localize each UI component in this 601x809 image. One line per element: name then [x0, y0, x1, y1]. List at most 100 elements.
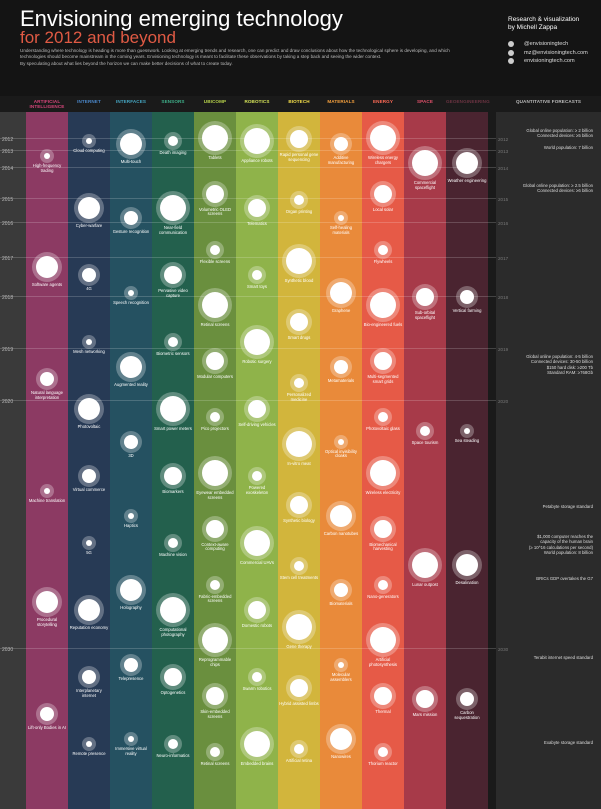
- technology-label: Mesh networking: [73, 349, 105, 355]
- column-header: ARTIFICIAL INTELLIGENCE: [29, 99, 65, 110]
- technology-label: Context-aware computing: [201, 541, 229, 552]
- website-link[interactable]: envisioningtech.com: [508, 57, 600, 66]
- year-divider: [0, 257, 496, 258]
- year-label: 2016: [2, 221, 14, 227]
- technology-label: Cyber-warfare: [75, 223, 103, 229]
- forecast-entry: Global online population: ≥ 2 billion Con…: [505, 128, 593, 139]
- technology-dot: [338, 438, 344, 445]
- technology-dot: [378, 747, 388, 758]
- column-header: INTERFACES: [115, 99, 147, 104]
- technology-dot: [378, 244, 388, 255]
- technology-label: Local solar: [372, 206, 394, 212]
- technology-label: Smart toys: [246, 284, 267, 290]
- technology-dot: [338, 661, 344, 668]
- technology-label: Telematics: [247, 221, 267, 227]
- technology-dot: [294, 560, 304, 571]
- technology-label: Computational photography: [159, 627, 187, 638]
- forecast-line: Standard RAM: ≥768Gb: [547, 370, 593, 376]
- technology-dot: [412, 551, 438, 578]
- technology-label: Multi-touch: [120, 158, 142, 164]
- technology-label: Self-healing materials: [329, 225, 353, 236]
- technology-label: Embedded brains: [240, 761, 274, 767]
- year-label: 2019: [2, 347, 14, 353]
- technology-label: Artificial photosynthesis: [369, 657, 397, 668]
- column-header: GEOENGINEERING: [446, 99, 490, 104]
- header: Envisioning emerging technology for 2012…: [0, 0, 601, 96]
- intro-paragraph: Understanding where technology is headin…: [20, 48, 450, 60]
- technology-dot: [206, 519, 224, 538]
- forecast-year-label: 2019: [498, 347, 509, 352]
- twitter-link[interactable]: @envisioningtech: [508, 40, 600, 49]
- technology-label: Carbon nanotubes: [323, 531, 359, 537]
- technology-dot: [44, 152, 50, 159]
- technology-label: Pervasive video capture: [158, 288, 188, 299]
- technology-label: Cloud computing: [73, 148, 105, 154]
- page-subtitle: for 2012 and beyond: [20, 28, 176, 47]
- technology-dot: [202, 459, 228, 486]
- column-header: QUANTITATIVE FORECASTS: [515, 99, 582, 104]
- technology-label: Tablets: [208, 154, 222, 160]
- email-link[interactable]: mz@envisioningtech.com: [508, 49, 600, 58]
- year-label: 2015: [2, 197, 14, 203]
- technology-label: Commercial spaceflight: [413, 179, 437, 190]
- forecast-line: Terabit internet speed standard: [533, 655, 593, 660]
- column-header: MATERIALS: [327, 99, 355, 104]
- technology-label: Hybrid assisted limbs: [279, 700, 319, 706]
- forecast-line: BRICs GDP overtakes the G7: [536, 576, 593, 581]
- technology-label: Synthetic biology: [283, 517, 315, 523]
- technology-label: Rapid personal gene sequencing: [279, 152, 319, 163]
- column-header: UBICOMP: [203, 99, 227, 104]
- technology-label: Reputation economy: [69, 625, 109, 631]
- forecast-entry: Global online population: ≥ 2.5 billion C…: [505, 183, 593, 194]
- technology-label: Biomarkers: [162, 489, 184, 495]
- technology-label: Procedural storytelling: [36, 617, 58, 628]
- forecast-entry: World population: 7 billion: [505, 145, 593, 150]
- technology-label: Lift-only Bodies in AI: [28, 725, 66, 731]
- links: @envisioningtech mz@envisioningtech.com …: [508, 40, 600, 66]
- technology-label: High-frequency trading: [32, 162, 62, 173]
- year-label: 2017: [2, 256, 14, 262]
- technology-label: Immersive virtual reality: [115, 746, 147, 757]
- technology-label: Molecular assemblers: [330, 671, 352, 682]
- technology-label: Remote presence: [72, 751, 106, 757]
- technology-label: Bio-engineered fuels: [363, 322, 403, 328]
- year-label: 2018: [2, 295, 14, 301]
- technology-label: 4G: [86, 286, 92, 292]
- technology-label: Swarm robotics: [242, 686, 272, 692]
- forecast-year-label: 2030: [498, 647, 509, 652]
- technology-dot: [210, 244, 220, 255]
- technology-label: Organ printing: [285, 209, 313, 215]
- technology-dot: [40, 372, 54, 387]
- technology-label: Augmented reality: [114, 382, 148, 388]
- technology-label: Commercial UAVs: [240, 560, 274, 566]
- technology-label: Virtual commerce: [72, 487, 106, 493]
- technology-dot: [374, 184, 392, 203]
- forecast-year-label: 2018: [498, 295, 509, 300]
- forecast-entry: Global online population: 4-5 billion Con…: [505, 354, 593, 376]
- forecast-panel: [496, 112, 601, 809]
- technology-dot: [210, 747, 220, 758]
- technology-dot: [456, 151, 478, 174]
- technology-dot: [460, 289, 474, 304]
- technology-label: Sea steading: [454, 437, 480, 443]
- technology-label: Skin-embedded screens: [200, 709, 230, 719]
- technology-label: Eyewear embedded screens: [196, 489, 234, 500]
- forecast-line: World population: 8 billion: [543, 550, 593, 555]
- technology-label: Carbon sequestration: [454, 709, 480, 720]
- intro-paragraph: By speculating about what lies beyond th…: [20, 61, 233, 67]
- technology-dot: [206, 184, 224, 203]
- forecast-entry: $1,000 computer reaches the capacity of t…: [505, 534, 593, 550]
- technology-label: Gesture recognition: [112, 229, 150, 235]
- year-label: 2014: [2, 166, 14, 172]
- technology-dot: [294, 743, 304, 754]
- technology-label: Telepresence: [118, 675, 144, 681]
- technology-label: 5G: [86, 550, 92, 556]
- forecast-year-label: 2020: [498, 399, 509, 404]
- technology-label: Speech recognition: [113, 299, 149, 305]
- technology-label: Appliance robots: [241, 158, 273, 164]
- technology-label: Self-driving vehicles: [238, 422, 276, 428]
- technology-dot: [412, 149, 438, 176]
- technology-label: Synthetic blood: [284, 278, 314, 284]
- technology-dot: [334, 136, 348, 151]
- forecast-entry: BRICs GDP overtakes the G7: [505, 576, 593, 581]
